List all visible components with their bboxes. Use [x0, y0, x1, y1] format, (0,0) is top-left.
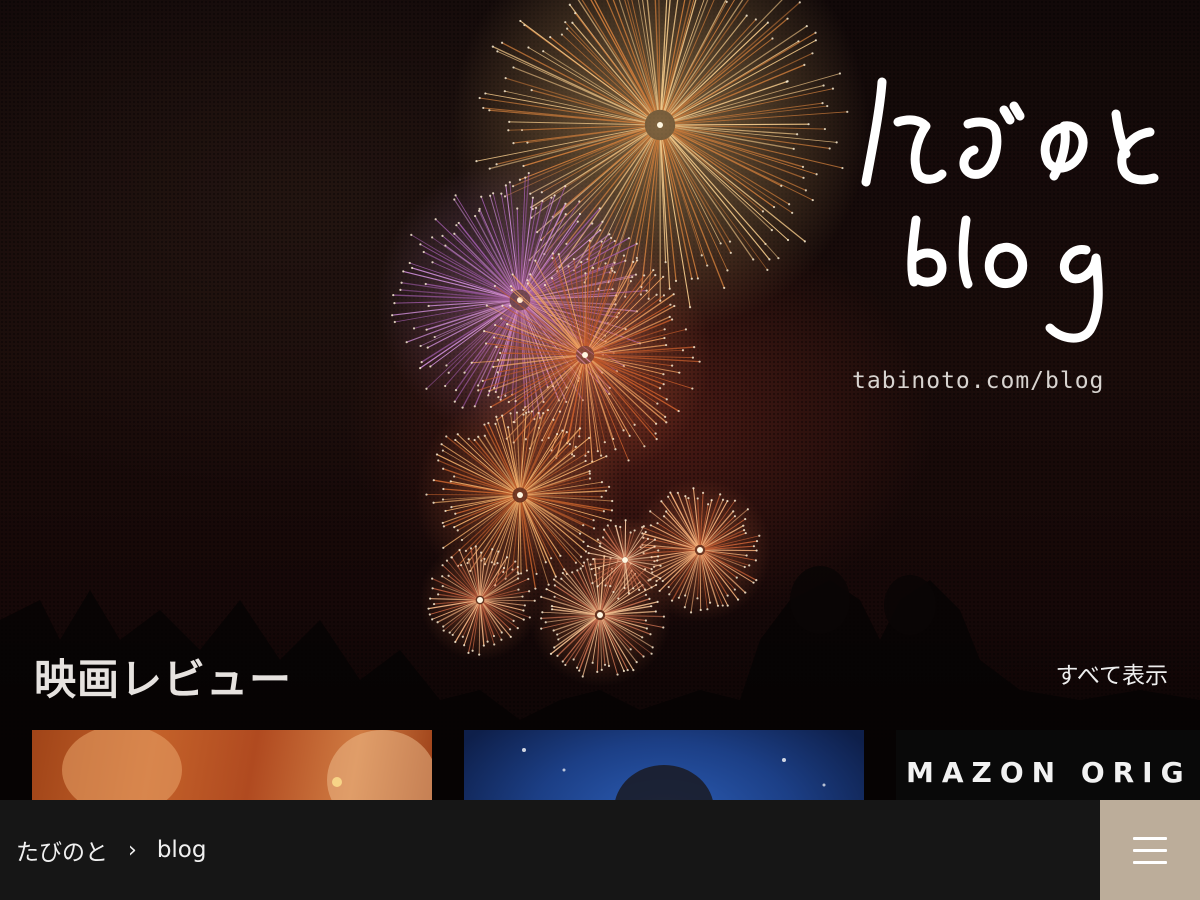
breadcrumb: たびのと › blog: [16, 800, 206, 900]
hero-banner: tabinoto.com/blog 映画レビュー すべて表示 MAZON ORI…: [0, 0, 1200, 800]
movie-card-2-thumbnail: [522, 748, 826, 800]
menu-button[interactable]: [1100, 800, 1200, 900]
bottom-navigation-bar: たびのと › blog: [0, 800, 1200, 900]
movie-card-3-title: MAZON ORIG: [906, 756, 1192, 789]
breadcrumb-current: blog: [156, 837, 207, 863]
site-url: tabinoto.com/blog: [852, 368, 1105, 394]
breadcrumb-separator: ›: [128, 837, 137, 863]
movie-card-3[interactable]: MAZON ORIG: [896, 730, 1200, 800]
section-title: 映画レビュー: [34, 655, 293, 704]
hamburger-menu-icon: [1133, 835, 1167, 865]
site-logo: [861, 77, 1159, 343]
movie-card-2[interactable]: [464, 730, 864, 800]
movie-card-1-thumbnail: [62, 730, 432, 800]
view-all-link[interactable]: すべて表示: [1056, 656, 1168, 690]
breadcrumb-home-link[interactable]: たびのと: [16, 833, 108, 867]
movie-card-1[interactable]: [32, 730, 432, 800]
